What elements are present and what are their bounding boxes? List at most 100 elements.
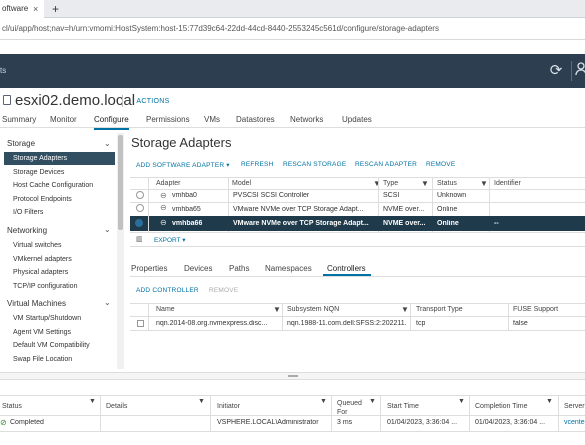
nav-scrollbar-thumb[interactable]: [118, 135, 123, 230]
nav-item-agent-vm-settings[interactable]: Agent VM Settings: [13, 329, 71, 336]
row-divider: [130, 202, 585, 203]
export-button[interactable]: EXPORT ▾: [154, 236, 186, 244]
tab-networks[interactable]: Networks: [290, 112, 323, 128]
rescan-storage-button[interactable]: RESCAN STORAGE: [283, 161, 346, 168]
filter-icon[interactable]: ▼: [421, 179, 429, 188]
tab-paths[interactable]: Paths: [229, 264, 249, 273]
adapter-icon: ⊖: [160, 203, 167, 212]
table-footer-divider: [130, 232, 585, 233]
user-icon[interactable]: [575, 60, 585, 82]
filter-icon[interactable]: ▼: [198, 398, 205, 405]
tab-datastores[interactable]: Datastores: [236, 112, 275, 128]
task-row-server-link[interactable]: vcente: [564, 419, 585, 426]
row-radio[interactable]: [136, 204, 144, 212]
col-header-type[interactable]: Type: [383, 180, 398, 187]
nav-item-physical-adapters[interactable]: Physical adapters: [13, 269, 68, 276]
object-title: esxi02.demo.local: [15, 92, 136, 109]
nav-item-virtual-switches[interactable]: Virtual switches: [13, 242, 62, 249]
tab-permissions[interactable]: Permissions: [146, 112, 190, 128]
columns-toggle-icon[interactable]: ▥: [136, 235, 143, 243]
controller-row-nqn: nqn.1988-11.com.dell:SFSS:2:202211...: [287, 320, 407, 327]
refresh-button[interactable]: REFRESH: [241, 161, 273, 168]
refresh-icon[interactable]: ⟳: [545, 60, 567, 82]
controller-row-transport: tcp: [416, 320, 426, 327]
col-header-status[interactable]: Status: [2, 403, 22, 410]
tab-properties[interactable]: Properties: [131, 264, 167, 273]
nav-item-default-vm-compat[interactable]: Default VM Compatibility: [13, 342, 90, 349]
tab-updates[interactable]: Updates: [342, 112, 372, 128]
header-divider: [130, 316, 585, 317]
col-header-fuse-support[interactable]: FUSE Support: [513, 306, 558, 313]
splitter-grip-icon[interactable]: [288, 375, 298, 377]
nav-item-vm-startup[interactable]: VM Startup/Shutdown: [13, 315, 81, 322]
col-header-server[interactable]: Server: [564, 403, 585, 410]
filter-icon[interactable]: ▼: [480, 179, 488, 188]
header-divider: [130, 189, 585, 190]
nav-item-vmkernel-adapters[interactable]: VMkernel adapters: [13, 256, 72, 263]
nav-item-swap-file-location[interactable]: Swap File Location: [13, 356, 72, 363]
col-header-model[interactable]: Model: [232, 180, 251, 187]
task-row-initiator: VSPHERE.LOCAL\Administrator: [217, 419, 319, 426]
nav-item-host-cache[interactable]: Host Cache Configuration: [13, 182, 93, 189]
col-header-subsystem-nqn[interactable]: Subsystem NQN: [287, 306, 339, 313]
filter-icon[interactable]: ▼: [458, 398, 465, 405]
table-row-status: Online: [437, 206, 458, 213]
tab-namespaces[interactable]: Namespaces: [265, 264, 312, 273]
task-row-completion-time: 01/04/2023, 3:36:04 ...: [475, 419, 546, 426]
filter-icon[interactable]: ▼: [373, 179, 381, 188]
filter-icon[interactable]: ▼: [89, 398, 96, 405]
actions-menu-button[interactable]: ⁝ ACTIONS: [132, 97, 170, 105]
col-header-details[interactable]: Details: [106, 403, 127, 410]
table-border-bottom: [130, 246, 585, 247]
table-row-type: NVME over...: [383, 206, 425, 213]
col-header-initiator[interactable]: Initiator: [217, 403, 240, 410]
filter-icon[interactable]: ▼: [401, 305, 409, 314]
actions-separator: [122, 95, 123, 107]
filter-icon[interactable]: ▼: [320, 398, 327, 405]
col-header-adapter[interactable]: Adapter: [156, 180, 181, 187]
nav-item-protocol-endpoints[interactable]: Protocol Endpoints: [13, 196, 72, 203]
header-divider: [0, 415, 585, 416]
table-row-type: SCSI: [383, 192, 400, 199]
row-radio[interactable]: [136, 191, 144, 199]
nav-item-tcpip-configuration[interactable]: TCP/IP configuration: [13, 283, 77, 290]
row-radio-selected[interactable]: [135, 219, 143, 227]
col-header-completion-time[interactable]: Completion Time: [475, 403, 528, 410]
nav-item-storage-adapters[interactable]: Storage Adapters: [13, 155, 67, 162]
app-header: [0, 54, 585, 88]
filter-icon[interactable]: ▼: [369, 398, 376, 405]
col-header-status[interactable]: Status: [437, 180, 457, 187]
filter-icon[interactable]: ▼: [546, 398, 553, 405]
add-software-adapter-button[interactable]: ADD SOFTWARE ADAPTER ▾: [136, 161, 230, 169]
user-glyph: [575, 62, 585, 76]
row-checkbox[interactable]: [137, 320, 144, 327]
add-controller-button[interactable]: ADD CONTROLLER: [136, 287, 199, 294]
new-tab-icon[interactable]: +: [52, 0, 59, 18]
close-tab-icon[interactable]: ×: [33, 0, 38, 18]
col-header-start-time[interactable]: Start Time: [387, 403, 419, 410]
col-header-transport-type[interactable]: Transport Type: [416, 306, 463, 313]
controllers-table-top: [130, 303, 585, 304]
tab-summary[interactable]: Summary: [2, 112, 36, 128]
nav-item-io-filters[interactable]: I/O Filters: [13, 209, 43, 216]
chevron-down-icon[interactable]: ⌄: [104, 298, 111, 307]
col-divider: [558, 396, 559, 432]
tab-devices[interactable]: Devices: [184, 264, 212, 273]
tab-monitor[interactable]: Monitor: [50, 112, 77, 128]
col-header-name[interactable]: Name: [156, 306, 175, 313]
filter-icon[interactable]: ▼: [273, 305, 281, 314]
nav-item-storage-devices[interactable]: Storage Devices: [13, 169, 64, 176]
tab-controllers[interactable]: Controllers: [327, 264, 366, 273]
rescan-adapter-button[interactable]: RESCAN ADAPTER: [355, 161, 417, 168]
remove-adapter-button[interactable]: REMOVE: [426, 161, 455, 168]
chevron-down-icon[interactable]: ⌄: [104, 139, 111, 148]
table-row-status: Unknown: [437, 192, 467, 199]
col-header-identifier[interactable]: Identifier: [494, 180, 521, 187]
nav-section-virtual-machines[interactable]: Virtual Machines: [7, 299, 66, 308]
remove-controller-button[interactable]: REMOVE: [209, 287, 238, 294]
tab-vms[interactable]: VMs: [204, 112, 220, 128]
nav-section-storage[interactable]: Storage: [7, 139, 35, 148]
nav-section-networking[interactable]: Networking: [7, 226, 47, 235]
address-bar[interactable]: cl/ui/app/host;nav=h/urn:vmomi:HostSyste…: [0, 18, 585, 40]
chevron-down-icon[interactable]: ⌄: [104, 225, 111, 234]
